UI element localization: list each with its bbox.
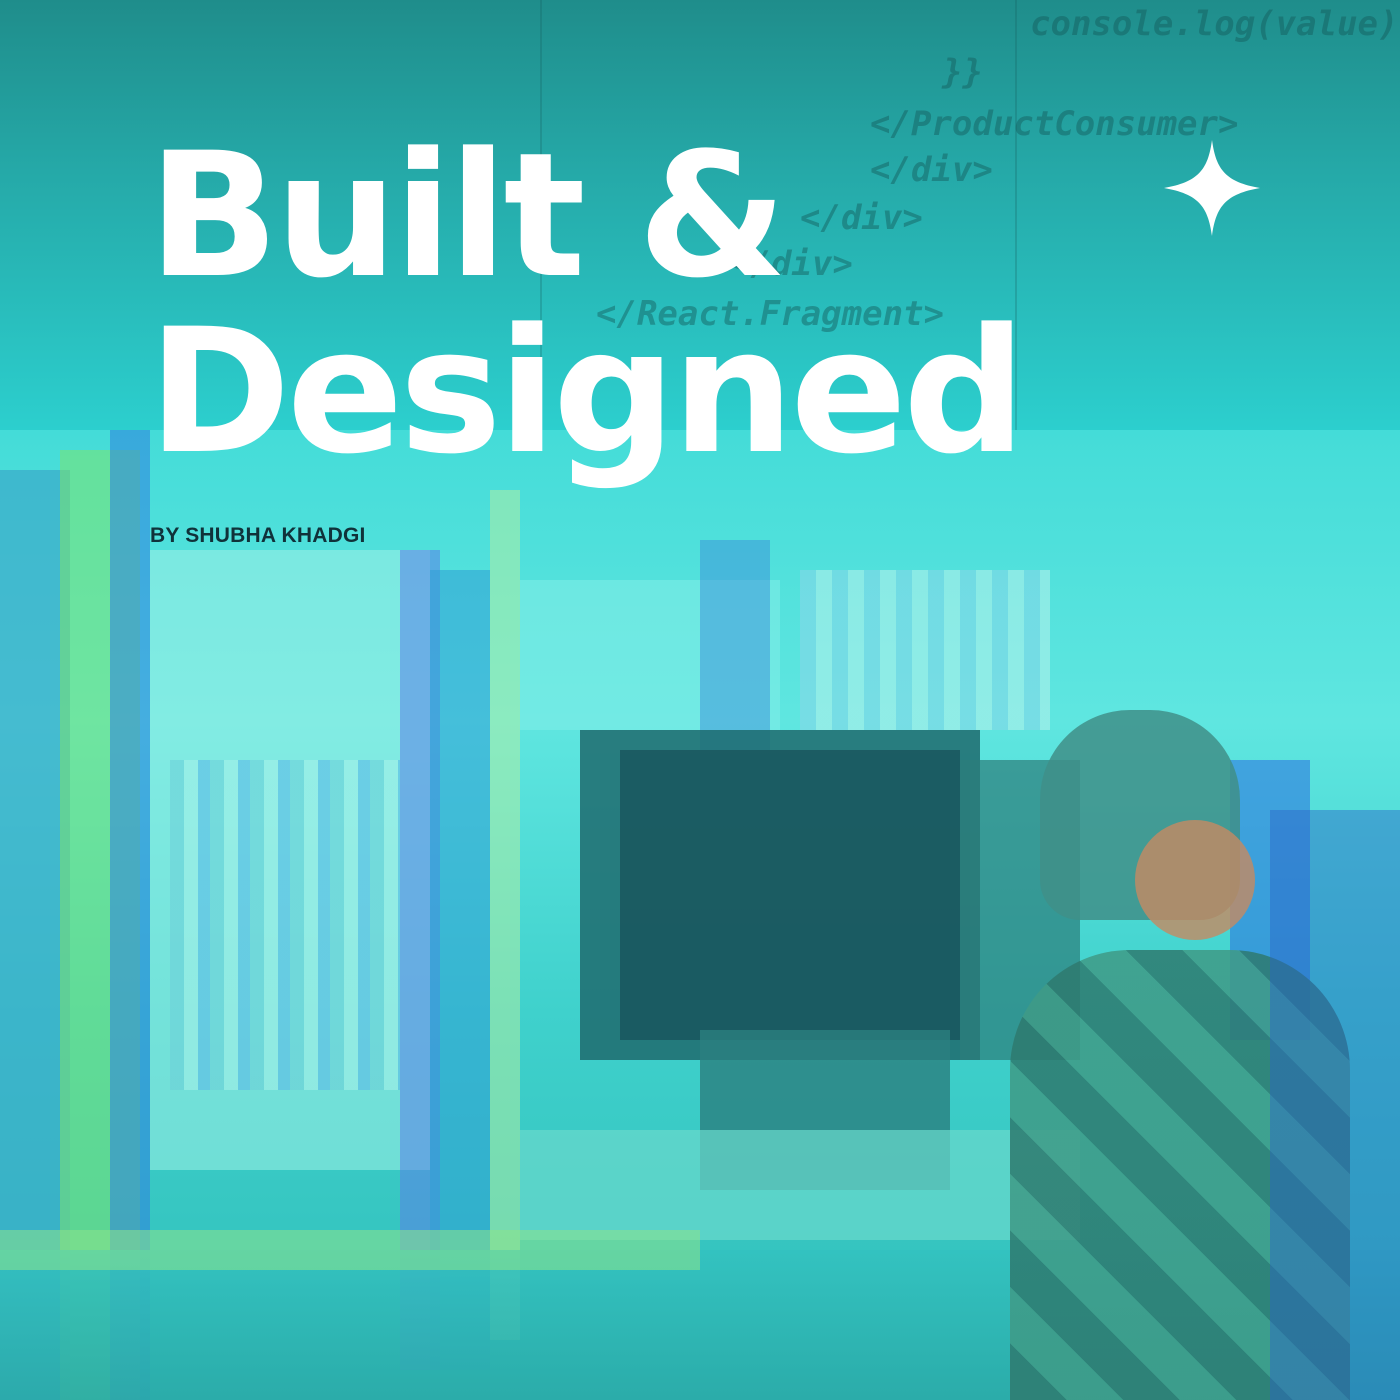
author-byline: BY SHUBHA KHADGI xyxy=(150,524,366,547)
title-line: Designed xyxy=(148,291,1026,492)
cover-photo xyxy=(0,430,1400,1400)
cover: console.log(value) }} </ProductConsumer>… xyxy=(0,0,1400,1400)
sparkle-icon xyxy=(1164,140,1260,236)
code-line: }} xyxy=(942,52,983,92)
code-line: console.log(value) xyxy=(1030,4,1399,44)
cover-title: Built & Designed xyxy=(148,115,1026,492)
title-line: Built & xyxy=(148,115,788,316)
headphones xyxy=(1135,820,1255,940)
